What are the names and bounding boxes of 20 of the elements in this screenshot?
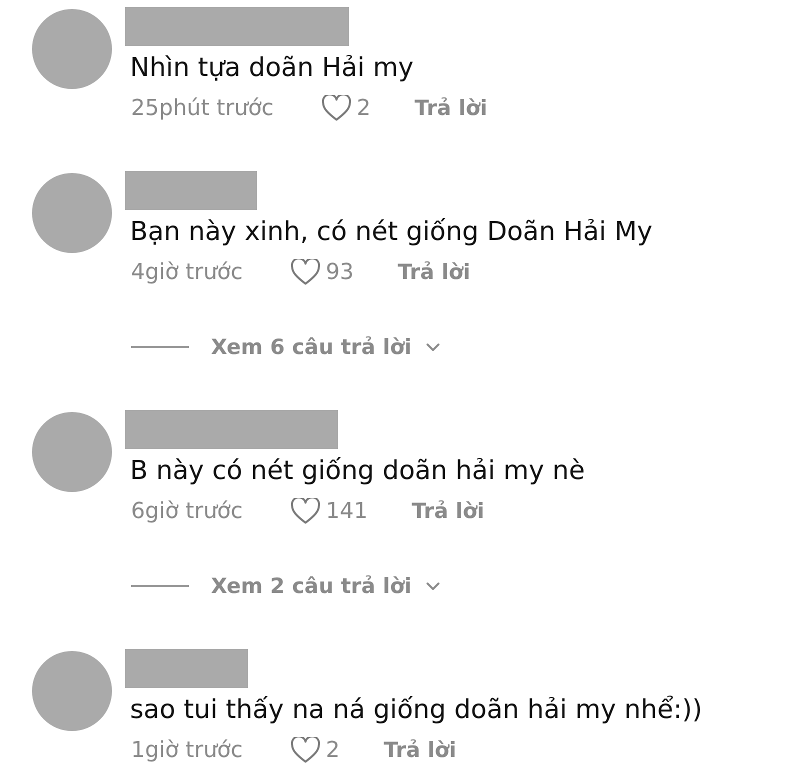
like-button[interactable]: 141 — [290, 498, 368, 524]
reply-button[interactable]: Trả lời — [398, 260, 470, 284]
like-button[interactable]: 2 — [290, 737, 340, 763]
comment-text: sao tui thấy na ná giống doãn hải my nhể:)) — [130, 694, 702, 727]
chevron-down-icon — [426, 342, 440, 352]
reply-button[interactable]: Trả lời — [414, 96, 488, 120]
view-replies-button[interactable]: Xem 6 câu trả lời — [211, 335, 440, 359]
comment-time: 1giờ trước — [131, 738, 243, 762]
reply-button[interactable]: Trả lời — [412, 499, 484, 523]
view-replies-button[interactable]: Xem 2 câu trả lời — [211, 574, 440, 598]
comment-time: 6giờ trước — [131, 498, 243, 524]
like-button[interactable]: 93 — [290, 259, 354, 285]
comment-text: Bạn này xinh, có nét giống Doãn Hải My — [130, 216, 652, 249]
chevron-down-icon — [426, 582, 440, 590]
comment-time: 4giờ trước — [131, 260, 243, 284]
like-button[interactable]: 2 — [322, 95, 371, 121]
reply-button[interactable]: Trả lời — [384, 738, 456, 762]
comment-text: B này có nét giống doãn hải my nè — [130, 455, 585, 488]
comment-time: 25phút trước — [131, 96, 274, 120]
comment-text: Nhìn tựa doãn Hải my — [130, 52, 414, 85]
